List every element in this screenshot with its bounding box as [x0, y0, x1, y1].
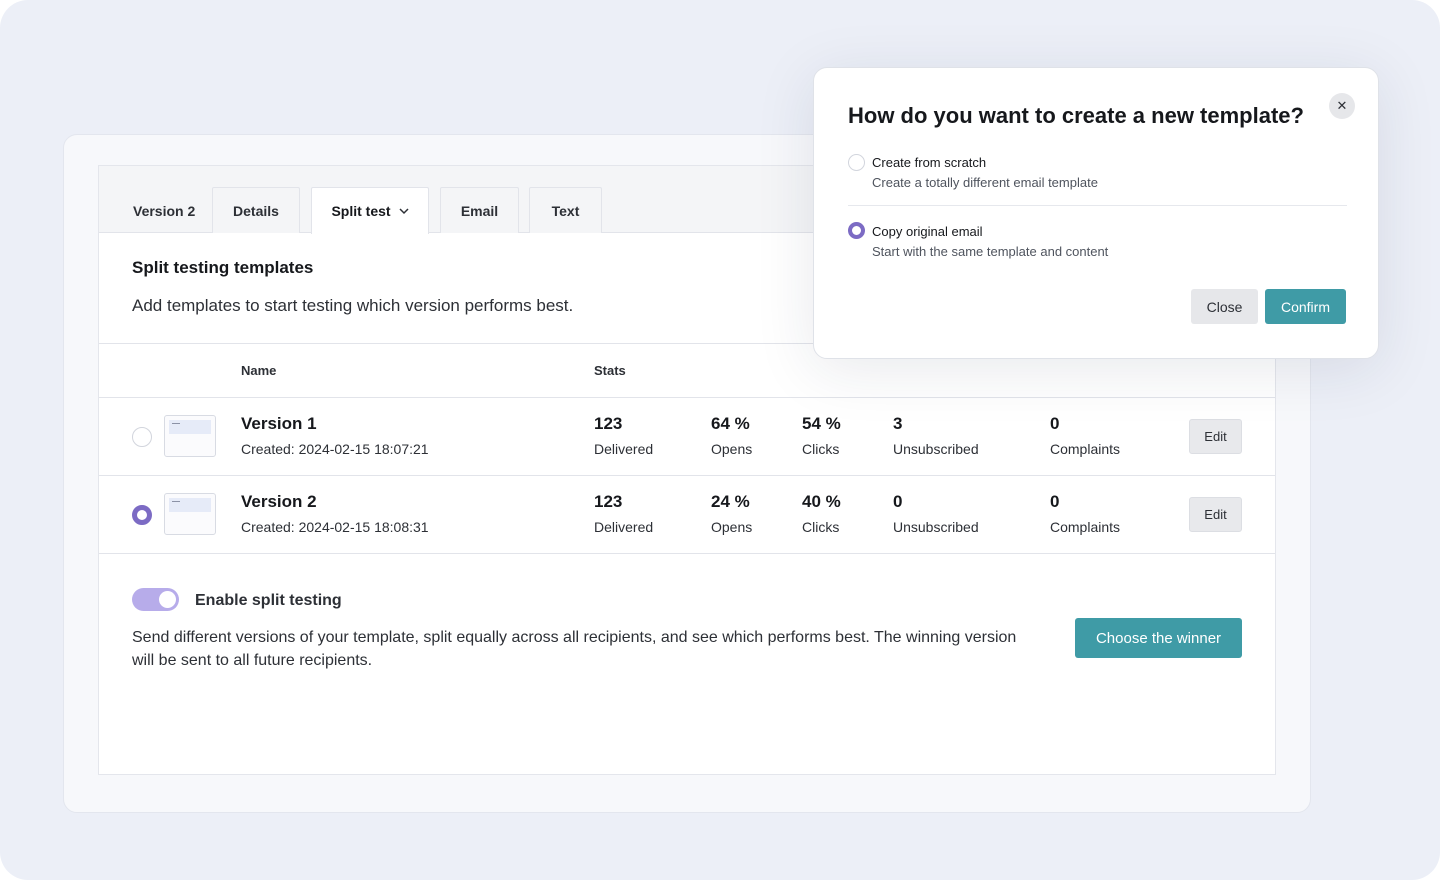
split-testing-label: Enable split testing: [195, 592, 342, 609]
modal-confirm-button[interactable]: Confirm: [1265, 289, 1346, 324]
option-copy-subtitle: Start with the same template and content: [872, 244, 1109, 259]
tab-email[interactable]: Email: [440, 187, 519, 233]
stat-complaints-label: Complaints: [1050, 441, 1121, 457]
tab-details[interactable]: Details: [212, 187, 300, 233]
option-scratch-title[interactable]: Create from scratch: [872, 155, 986, 170]
stat-unsubscribed-label: Unsubscribed: [893, 519, 979, 535]
stat-clicks-label: Clicks: [802, 441, 840, 457]
column-header-name: Name: [241, 363, 277, 378]
option-scratch-subtitle: Create a totally different email templat…: [872, 175, 1098, 190]
stat-delivered-value: 123: [594, 414, 623, 433]
stat-unsubscribed-value: 0: [893, 492, 903, 511]
version-created: Created: 2024-02-15 18:08:31: [241, 519, 429, 535]
tab-label: Split test: [331, 203, 391, 219]
tab-split-test[interactable]: Split test: [311, 187, 429, 234]
tab-label: Email: [460, 202, 499, 219]
tab-label: Version 2: [133, 202, 196, 219]
row-select-radio[interactable]: [132, 505, 152, 525]
option-copy-title[interactable]: Copy original email: [872, 224, 983, 239]
stat-complaints-value: 0: [1050, 492, 1060, 511]
template-thumbnail[interactable]: [164, 493, 216, 535]
stat-unsubscribed-label: Unsubscribed: [893, 441, 979, 457]
row-select-radio[interactable]: [132, 427, 152, 447]
table-row: Version 2 Created: 2024-02-15 18:08:31 1…: [99, 475, 1275, 553]
choose-winner-button[interactable]: Choose the winner: [1075, 618, 1242, 658]
modal-close-button[interactable]: Close: [1191, 289, 1258, 324]
modal-title: How do you want to create a new template…: [848, 103, 1304, 128]
section-title: Split testing templates: [132, 258, 314, 277]
template-thumbnail[interactable]: [164, 415, 216, 457]
stat-clicks-value: 54 %: [802, 414, 841, 433]
stat-complaints-label: Complaints: [1050, 519, 1121, 535]
edit-button[interactable]: Edit: [1189, 497, 1242, 532]
stat-delivered-value: 123: [594, 492, 623, 511]
version-name: Version 2: [241, 492, 317, 511]
tab-label: Details: [233, 202, 279, 219]
divider: [99, 553, 1275, 554]
edit-button[interactable]: Edit: [1189, 419, 1242, 454]
version-created: Created: 2024-02-15 18:07:21: [241, 441, 429, 457]
split-testing-toggle[interactable]: [132, 588, 179, 611]
stat-clicks-label: Clicks: [802, 519, 840, 535]
column-header-stats: Stats: [594, 363, 626, 378]
tab-version-2[interactable]: Version 2: [132, 187, 222, 233]
option-copy-radio[interactable]: [848, 222, 865, 239]
toggle-knob: [159, 591, 176, 608]
chevron-down-icon: [399, 207, 409, 218]
version-name: Version 1: [241, 414, 317, 433]
new-template-modal: How do you want to create a new template…: [813, 67, 1379, 359]
stat-delivered-label: Delivered: [594, 519, 654, 535]
close-icon[interactable]: ✕: [1329, 93, 1355, 119]
stat-delivered-label: Delivered: [594, 441, 654, 457]
tab-label: Text: [551, 202, 580, 219]
split-testing-description: Send different versions of your template…: [132, 629, 1017, 669]
stat-opens-label: Opens: [711, 519, 753, 535]
table-row: Version 1 Created: 2024-02-15 18:07:21 1…: [99, 397, 1275, 475]
tab-text[interactable]: Text: [529, 187, 602, 233]
stat-clicks-value: 40 %: [802, 492, 841, 511]
modal-divider: [848, 205, 1347, 206]
section-subtitle: Add templates to start testing which ver…: [132, 296, 574, 315]
stat-complaints-value: 0: [1050, 414, 1060, 433]
option-scratch-radio[interactable]: [848, 154, 865, 171]
section-header: Split testing templates: [132, 258, 313, 278]
stat-opens-label: Opens: [711, 441, 753, 457]
stat-unsubscribed-value: 3: [893, 414, 903, 433]
stat-opens-value: 24 %: [711, 492, 750, 511]
stat-opens-value: 64 %: [711, 414, 750, 433]
